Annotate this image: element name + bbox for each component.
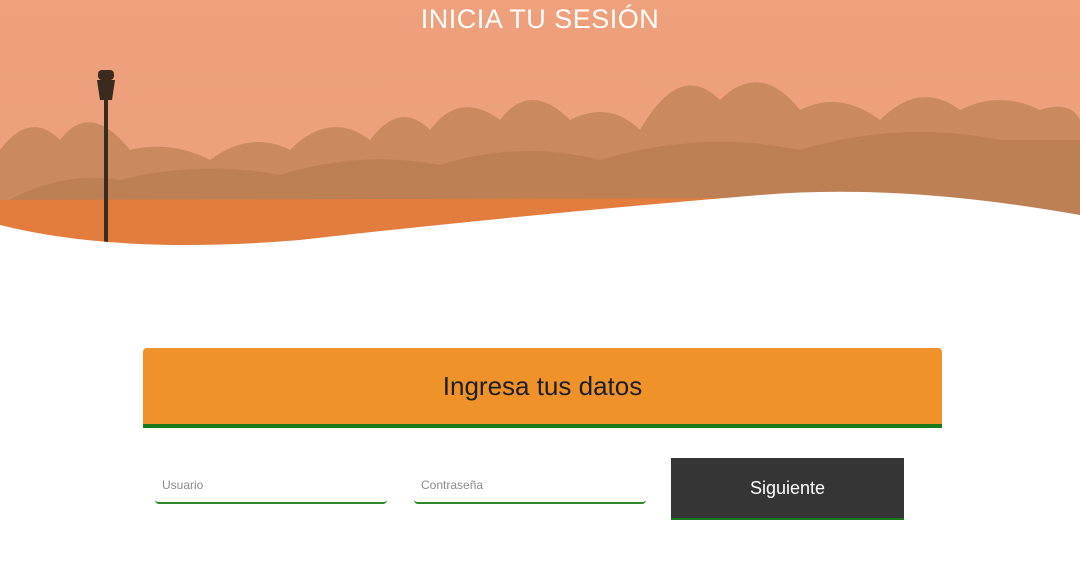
username-input[interactable] <box>155 470 387 500</box>
login-panel-title: Ingresa tus datos <box>442 370 643 401</box>
hero-banner: INICIA TU SESIÓN <box>0 0 1080 260</box>
password-input[interactable] <box>414 470 646 500</box>
login-panel-header: Ingresa tus datos <box>143 348 942 428</box>
page-title: INICIA TU SESIÓN <box>420 4 660 34</box>
username-field[interactable] <box>155 470 387 504</box>
password-field[interactable] <box>414 470 646 504</box>
hero-background-image <box>0 0 1080 260</box>
next-button[interactable]: Siguiente <box>671 458 904 520</box>
